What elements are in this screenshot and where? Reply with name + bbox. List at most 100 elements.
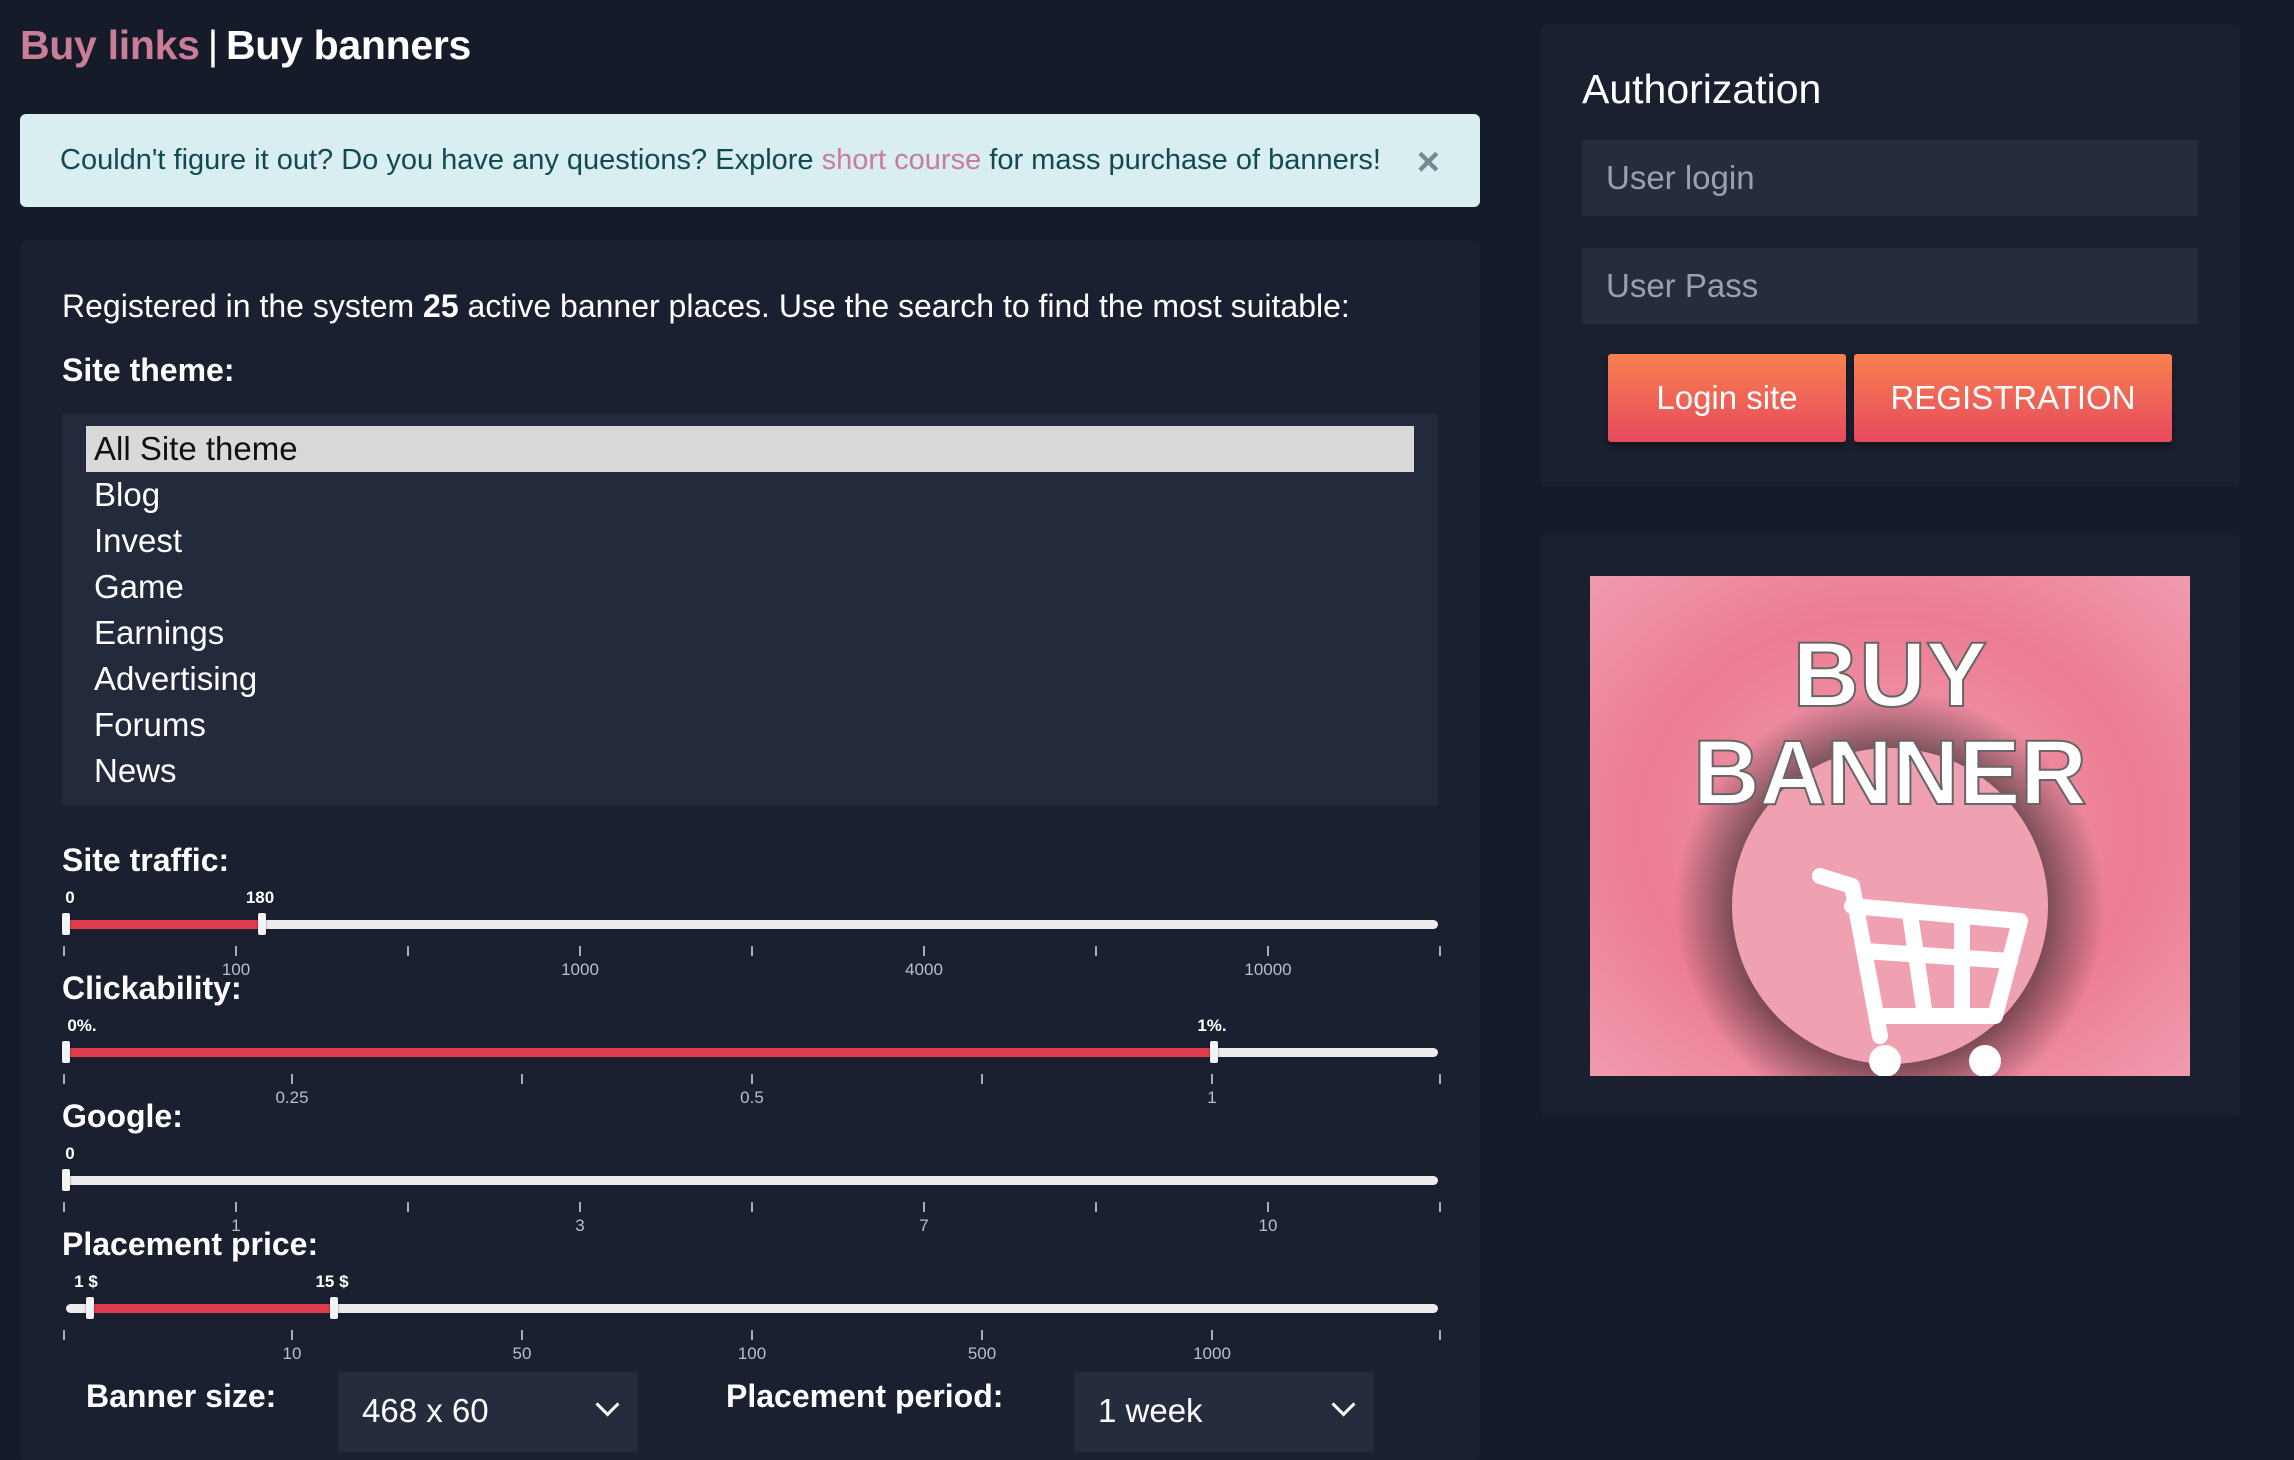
- slider-range-fill: [90, 1304, 334, 1313]
- banner-size-value: 468 x 60: [362, 1392, 489, 1429]
- slider-tick-label: 10000: [1244, 960, 1292, 979]
- close-icon[interactable]: ×: [1417, 140, 1440, 185]
- site-traffic-slider[interactable]: 0 180 100 1000 4000 10000: [62, 888, 1441, 979]
- login-button[interactable]: Login site: [1608, 354, 1846, 442]
- placement-period-label: Placement period:: [726, 1378, 1004, 1414]
- authorization-title: Authorization: [1582, 66, 1822, 112]
- registration-button[interactable]: REGISTRATION: [1854, 354, 2172, 442]
- slider-tick: [923, 946, 925, 956]
- google-slider[interactable]: 0 1 3 7 10: [62, 1144, 1441, 1235]
- placement-period-select[interactable]: 1 week: [1074, 1372, 1374, 1452]
- slider-tick-label: 7: [919, 1216, 929, 1235]
- slider-min-label: 1 $: [74, 1272, 98, 1291]
- active-count: 25: [423, 288, 459, 324]
- slider-tick-label: 50: [512, 1344, 532, 1363]
- slider-handle-max[interactable]: [330, 1297, 338, 1319]
- page-heading: Buy links | Buy banners: [20, 22, 471, 69]
- slider-min-label: 0: [65, 1144, 75, 1163]
- slider-tick-label: 500: [967, 1344, 997, 1363]
- slider-tick: [407, 946, 409, 956]
- slider-tick: [981, 1330, 983, 1340]
- site-theme-listbox[interactable]: All Site theme Blog Invest Game Earnings…: [62, 414, 1438, 806]
- slider-tick: [1439, 946, 1441, 956]
- clickability-label: Clickability:: [62, 970, 242, 1006]
- slider-tick: [63, 1202, 65, 1212]
- slider-track: [66, 1176, 1438, 1185]
- slider-tick: [235, 1202, 237, 1212]
- slider-tick: [751, 1202, 753, 1212]
- slider-tick: [751, 1074, 753, 1084]
- site-theme-option[interactable]: Game: [86, 564, 1414, 610]
- placement-period-value: 1 week: [1098, 1392, 1203, 1429]
- site-theme-option[interactable]: Earnings: [86, 610, 1414, 656]
- slider-tick: [981, 1074, 983, 1084]
- site-theme-option[interactable]: Advertising: [86, 656, 1414, 702]
- slider-tick: [1095, 1202, 1097, 1212]
- slider-range-fill: [66, 920, 262, 929]
- slider-tick: [521, 1330, 523, 1340]
- slider-tick: [1439, 1074, 1441, 1084]
- banner-line1: BUY: [1793, 624, 1987, 726]
- buy-banner-ad[interactable]: BUY BANNER: [1590, 576, 2190, 1076]
- slider-tick: [1267, 1202, 1269, 1212]
- slider-tick: [751, 1330, 753, 1340]
- slider-handle-min[interactable]: [62, 1041, 70, 1063]
- slider-tick-label: 10: [282, 1344, 302, 1363]
- site-traffic-label: Site traffic:: [62, 842, 230, 878]
- slider-handle-min[interactable]: [62, 1169, 70, 1191]
- slider-tick: [751, 946, 753, 956]
- slider-track: [66, 920, 1438, 929]
- slider-tick-label: 3: [575, 1216, 585, 1235]
- short-course-link[interactable]: short course: [822, 144, 982, 176]
- info-alert: Couldn't figure it out? Do you have any …: [20, 114, 1480, 207]
- slider-min-label: 0%.: [67, 1016, 97, 1035]
- slider-tick-label: 4000: [905, 960, 943, 979]
- slider-tick-label: 0.25: [275, 1088, 309, 1107]
- slider-tick-label: 1: [1207, 1088, 1217, 1107]
- heading-separator: |: [207, 22, 219, 68]
- banner-size-label: Banner size:: [86, 1378, 277, 1414]
- buy-links-link[interactable]: Buy links: [20, 22, 200, 68]
- user-login-input[interactable]: [1582, 140, 2198, 216]
- slider-tick-label: 100: [737, 1344, 767, 1363]
- slider-tick: [1211, 1074, 1213, 1084]
- alert-text-before: Couldn't figure it out? Do you have any …: [60, 144, 822, 176]
- clickability-slider[interactable]: 0%. 1%. 0.25 0.5 1: [62, 1016, 1441, 1107]
- slider-tick-label: 1000: [1193, 1344, 1231, 1363]
- slider-tick: [1267, 946, 1269, 956]
- site-theme-option[interactable]: Forums: [86, 702, 1414, 748]
- site-theme-label: Site theme:: [62, 352, 235, 388]
- slider-tick: [1211, 1330, 1213, 1340]
- slider-tick: [63, 946, 65, 956]
- placement-price-slider[interactable]: 1 $ 15 $ 10 50 100 500 1000: [62, 1272, 1441, 1363]
- site-theme-option[interactable]: Invest: [86, 518, 1414, 564]
- banner-size-select[interactable]: 468 x 60: [338, 1372, 638, 1452]
- placement-price-label: Placement price:: [62, 1226, 319, 1262]
- promo-panel: BUY BANNER: [1540, 534, 2240, 1116]
- slider-tick: [291, 1074, 293, 1084]
- alert-text-after: for mass purchase of banners!: [981, 144, 1381, 176]
- google-label: Google:: [62, 1098, 183, 1134]
- slider-max-label: 15 $: [315, 1272, 349, 1291]
- site-theme-option[interactable]: News: [86, 748, 1414, 794]
- slider-tick: [1439, 1202, 1441, 1212]
- slider-tick: [63, 1074, 65, 1084]
- slider-tick: [291, 1330, 293, 1340]
- user-pass-input[interactable]: [1582, 248, 2198, 324]
- slider-handle-max[interactable]: [1210, 1041, 1218, 1063]
- slider-min-label: 0: [65, 888, 75, 907]
- slider-handle-max[interactable]: [258, 913, 266, 935]
- site-theme-option[interactable]: All Site theme: [86, 426, 1414, 472]
- site-theme-option[interactable]: Blog: [86, 472, 1414, 518]
- slider-max-label: 1%.: [1197, 1016, 1227, 1035]
- slider-tick: [235, 946, 237, 956]
- slider-handle-min[interactable]: [62, 913, 70, 935]
- slider-tick-label: 10: [1258, 1216, 1278, 1235]
- slider-max-label: 180: [245, 888, 275, 907]
- authorization-panel: Authorization Login site REGISTRATION: [1540, 24, 2240, 486]
- banner-line2: BANNER: [1693, 722, 2087, 824]
- slider-handle-min[interactable]: [86, 1297, 94, 1319]
- filter-panel: Registered in the system 25 active banne…: [20, 240, 1480, 1460]
- slider-tick: [1095, 946, 1097, 956]
- slider-tick-label: 0.5: [740, 1088, 764, 1107]
